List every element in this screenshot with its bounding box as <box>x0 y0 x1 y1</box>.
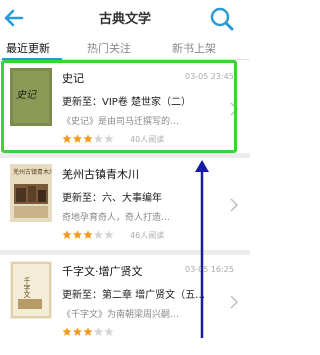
book-title: 千字文·增广贤文 <box>62 265 143 278</box>
star-filled-icon <box>83 230 93 239</box>
rating-stars <box>62 327 114 336</box>
star-empty-icon <box>93 230 104 239</box>
page-title: 古典文学 <box>98 12 151 27</box>
cover-title: 千字文 <box>23 276 31 299</box>
book-read-count: 46人阅读 <box>130 231 165 240</box>
rating-stars <box>62 230 114 239</box>
star-empty-icon <box>104 230 114 239</box>
cover-title: 羌州古镇青木川 <box>13 168 52 176</box>
star-filled-icon <box>62 230 72 239</box>
star-filled-icon <box>62 327 72 336</box>
tab-latest-updates[interactable]: 最近更新 <box>6 40 50 56</box>
star-empty-icon <box>104 327 114 336</box>
book-cover: 羌州古镇青木川 <box>10 164 52 222</box>
search-button[interactable] <box>207 4 237 34</box>
app-header: 古典文学 <box>0 0 250 36</box>
book-item[interactable]: 羌州古镇青木川 羌州古镇青木川 更新至：六、大事编年 奇地孕育奇人，奇人打造… … <box>0 158 250 248</box>
arrow-left-icon <box>4 9 24 27</box>
book-item[interactable]: 千字文 千字文·增广贤文 03-05 16:25 更新至：第二章 增广贤文（五…… <box>0 255 250 345</box>
chevron-right-icon <box>230 198 239 212</box>
tab-bar: 最近更新 热门关注 新书上架 <box>0 36 250 60</box>
highlight-box <box>1 60 237 153</box>
star-filled-icon <box>83 327 93 336</box>
tab-new-books[interactable]: 新书上架 <box>172 40 216 56</box>
search-icon <box>210 7 234 31</box>
star-filled-icon <box>72 230 83 239</box>
star-filled-icon <box>72 327 83 336</box>
back-button[interactable] <box>0 2 32 34</box>
chevron-right-icon <box>230 295 239 309</box>
book-cover: 千字文 <box>10 261 52 319</box>
book-title: 羌州古镇青木川 <box>62 168 139 181</box>
star-empty-icon <box>93 327 104 336</box>
tab-hot[interactable]: 热门关注 <box>87 40 131 56</box>
arrow-up-icon <box>195 160 209 338</box>
